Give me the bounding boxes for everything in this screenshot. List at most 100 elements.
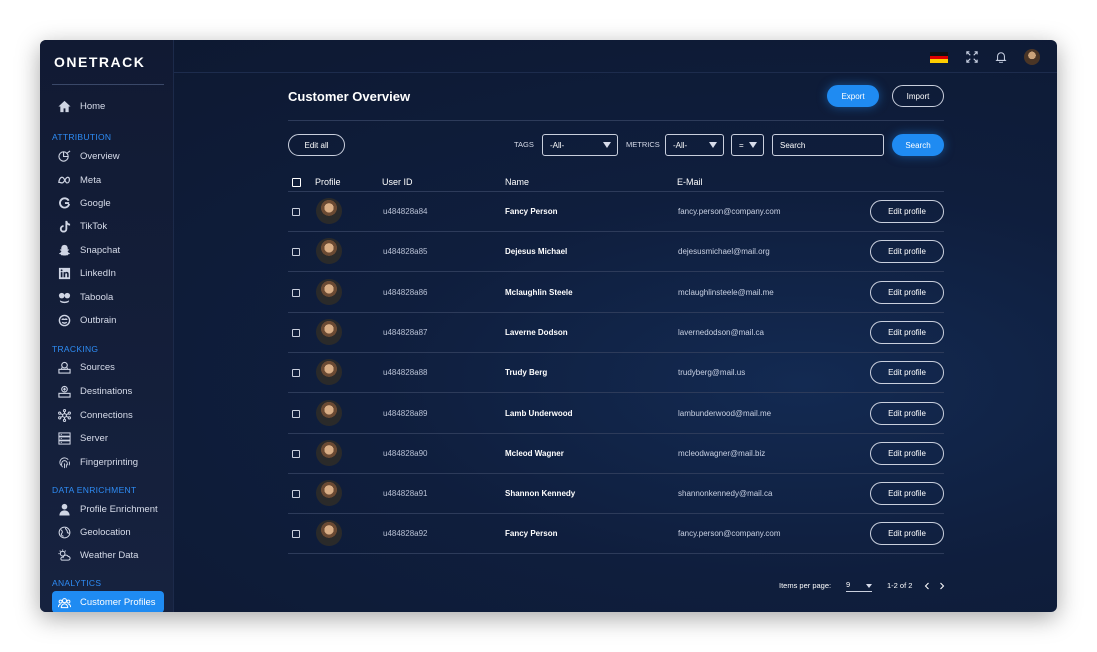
sidebar-item-taboola[interactable]: Taboola <box>52 287 164 307</box>
sidebar-item-outbrain[interactable]: Outbrain <box>52 310 164 330</box>
edit-profile-button[interactable]: Edit profile <box>870 482 944 506</box>
sidebar-item-label: Overview <box>80 150 120 162</box>
row-checkbox[interactable] <box>292 328 300 337</box>
export-button[interactable]: Export <box>827 85 879 107</box>
user-id-cell: u484828a92 <box>383 529 428 539</box>
pagination-range: 1-2 of 2 <box>887 581 913 590</box>
profile-avatar[interactable] <box>316 278 342 305</box>
sidebar-item-overview[interactable]: Overview <box>52 146 164 166</box>
column-header-name[interactable]: Name <box>505 177 529 187</box>
metrics-select-value: -All- <box>673 140 688 150</box>
sidebar-item-tiktok[interactable]: TikTok <box>52 216 164 236</box>
operator-select[interactable]: = <box>731 134 764 156</box>
sidebar-item-linkedin[interactable]: LinkedIn <box>52 263 164 283</box>
sidebar-section-tracking: TRACKING <box>52 344 99 354</box>
sidebar-section-data-enrichment: DATA ENRICHMENT <box>52 485 137 495</box>
user-id-cell: u484828a87 <box>383 327 428 337</box>
chevron-down-icon <box>866 584 872 588</box>
profile-avatar[interactable] <box>316 520 342 547</box>
sidebar-item-label: LinkedIn <box>80 267 116 279</box>
sidebar-item-server[interactable]: Server <box>52 428 164 448</box>
items-per-page-label: Items per page: <box>779 581 832 590</box>
sidebar-item-fingerprinting[interactable]: Fingerprinting <box>52 452 164 472</box>
user-id-cell: u484828a90 <box>383 448 428 458</box>
sidebar-item-label: Sources <box>80 361 115 373</box>
tags-select[interactable]: -All- <box>542 134 618 156</box>
items-per-page-select[interactable]: 9 <box>846 580 872 592</box>
sidebar-item-home[interactable]: Home <box>52 96 164 116</box>
profile-avatar[interactable] <box>316 318 342 345</box>
meta-icon <box>58 174 71 187</box>
sidebar-item-label: Connections <box>80 409 133 421</box>
previous-page-icon[interactable] <box>922 580 932 592</box>
table-row: u484828a92 Fancy Person fancy.person@compa… <box>288 514 944 555</box>
edit-profile-button[interactable]: Edit profile <box>870 401 944 425</box>
edit-profile-button[interactable]: Edit profile <box>870 320 944 344</box>
search-input[interactable] <box>772 134 884 156</box>
name-cell: Shannon Kennedy <box>505 489 576 499</box>
metrics-label: METRICS <box>626 140 660 149</box>
profile-avatar[interactable] <box>316 238 342 265</box>
germany-flag-icon[interactable] <box>930 52 948 64</box>
edit-profile-button[interactable]: Edit profile <box>870 361 944 385</box>
bell-icon[interactable] <box>994 50 1008 64</box>
edit-profile-button[interactable]: Edit profile <box>870 522 944 546</box>
metrics-select[interactable]: -All- <box>665 134 724 156</box>
sidebar-item-profile-enrichment[interactable]: Profile Enrichment <box>52 499 164 519</box>
profile-avatar[interactable] <box>316 439 342 466</box>
edit-profile-button[interactable]: Edit profile <box>870 441 944 465</box>
sidebar-item-label: Geolocation <box>80 526 131 538</box>
row-checkbox[interactable] <box>292 530 300 539</box>
users-icon <box>58 596 71 609</box>
sidebar-item-label: Meta <box>80 174 102 186</box>
sidebar-item-snapchat[interactable]: Snapchat <box>52 240 164 260</box>
profile-avatar[interactable] <box>316 480 342 507</box>
user-id-cell: u484828a91 <box>383 489 428 499</box>
server-icon <box>58 431 71 445</box>
column-header-email[interactable]: E-Mail <box>677 177 703 187</box>
next-page-icon[interactable] <box>937 580 947 592</box>
email-cell: dejesusmichael@mail.org <box>678 247 770 257</box>
import-button[interactable]: Import <box>892 85 944 107</box>
select-all-checkbox[interactable] <box>292 178 301 187</box>
name-cell: Mclaughlin Steele <box>505 287 573 297</box>
name-cell: Lamb Underwood <box>505 408 573 418</box>
edit-profile-button[interactable]: Edit profile <box>870 280 944 304</box>
table-row: u484828a91 Shannon Kennedy shannonkennedy@… <box>288 474 944 515</box>
sidebar-item-connections[interactable]: Connections <box>52 405 164 425</box>
fullscreen-icon[interactable] <box>965 50 979 64</box>
operator-select-value: = <box>739 140 744 150</box>
name-cell: Dejesus Michael <box>505 247 568 257</box>
row-checkbox[interactable] <box>292 449 300 458</box>
sidebar-item-customer-profiles[interactable]: Customer Profiles <box>52 591 164 612</box>
sidebar-item-weather-data[interactable]: Weather Data <box>52 545 164 565</box>
app-logo[interactable]: ONETRACK <box>54 54 160 72</box>
sidebar-item-sources[interactable]: Sources <box>52 357 164 377</box>
edit-profile-button[interactable]: Edit profile <box>870 200 944 223</box>
profile-avatar[interactable] <box>316 198 342 224</box>
search-button[interactable]: Search <box>892 134 944 156</box>
row-checkbox[interactable] <box>292 490 300 499</box>
edit-profile-button[interactable]: Edit profile <box>870 240 944 264</box>
row-checkbox[interactable] <box>292 369 300 378</box>
profile-avatar[interactable] <box>316 399 342 426</box>
edit-all-button[interactable]: Edit all <box>288 134 345 156</box>
row-checkbox[interactable] <box>292 208 300 216</box>
profile-avatar[interactable] <box>316 359 342 386</box>
sidebar-item-geolocation[interactable]: Geolocation <box>52 522 164 542</box>
snapchat-icon <box>58 244 71 257</box>
user-avatar[interactable] <box>1024 49 1040 65</box>
sidebar-item-label: Profile Enrichment <box>80 503 158 515</box>
column-header-user-id[interactable]: User ID <box>382 177 413 187</box>
sidebar-section-attribution: ATTRIBUTION <box>52 132 112 142</box>
sidebar-item-google[interactable]: Google <box>52 193 164 213</box>
fingerprint-icon <box>58 456 71 469</box>
row-checkbox[interactable] <box>292 248 300 257</box>
sidebar-item-destinations[interactable]: Destinations <box>52 381 164 401</box>
sidebar-item-label: Destinations <box>80 385 133 397</box>
column-header-profile[interactable]: Profile <box>315 177 341 187</box>
header-divider <box>288 120 944 121</box>
row-checkbox[interactable] <box>292 409 300 418</box>
row-checkbox[interactable] <box>292 288 300 297</box>
sidebar-item-meta[interactable]: Meta <box>52 170 164 190</box>
